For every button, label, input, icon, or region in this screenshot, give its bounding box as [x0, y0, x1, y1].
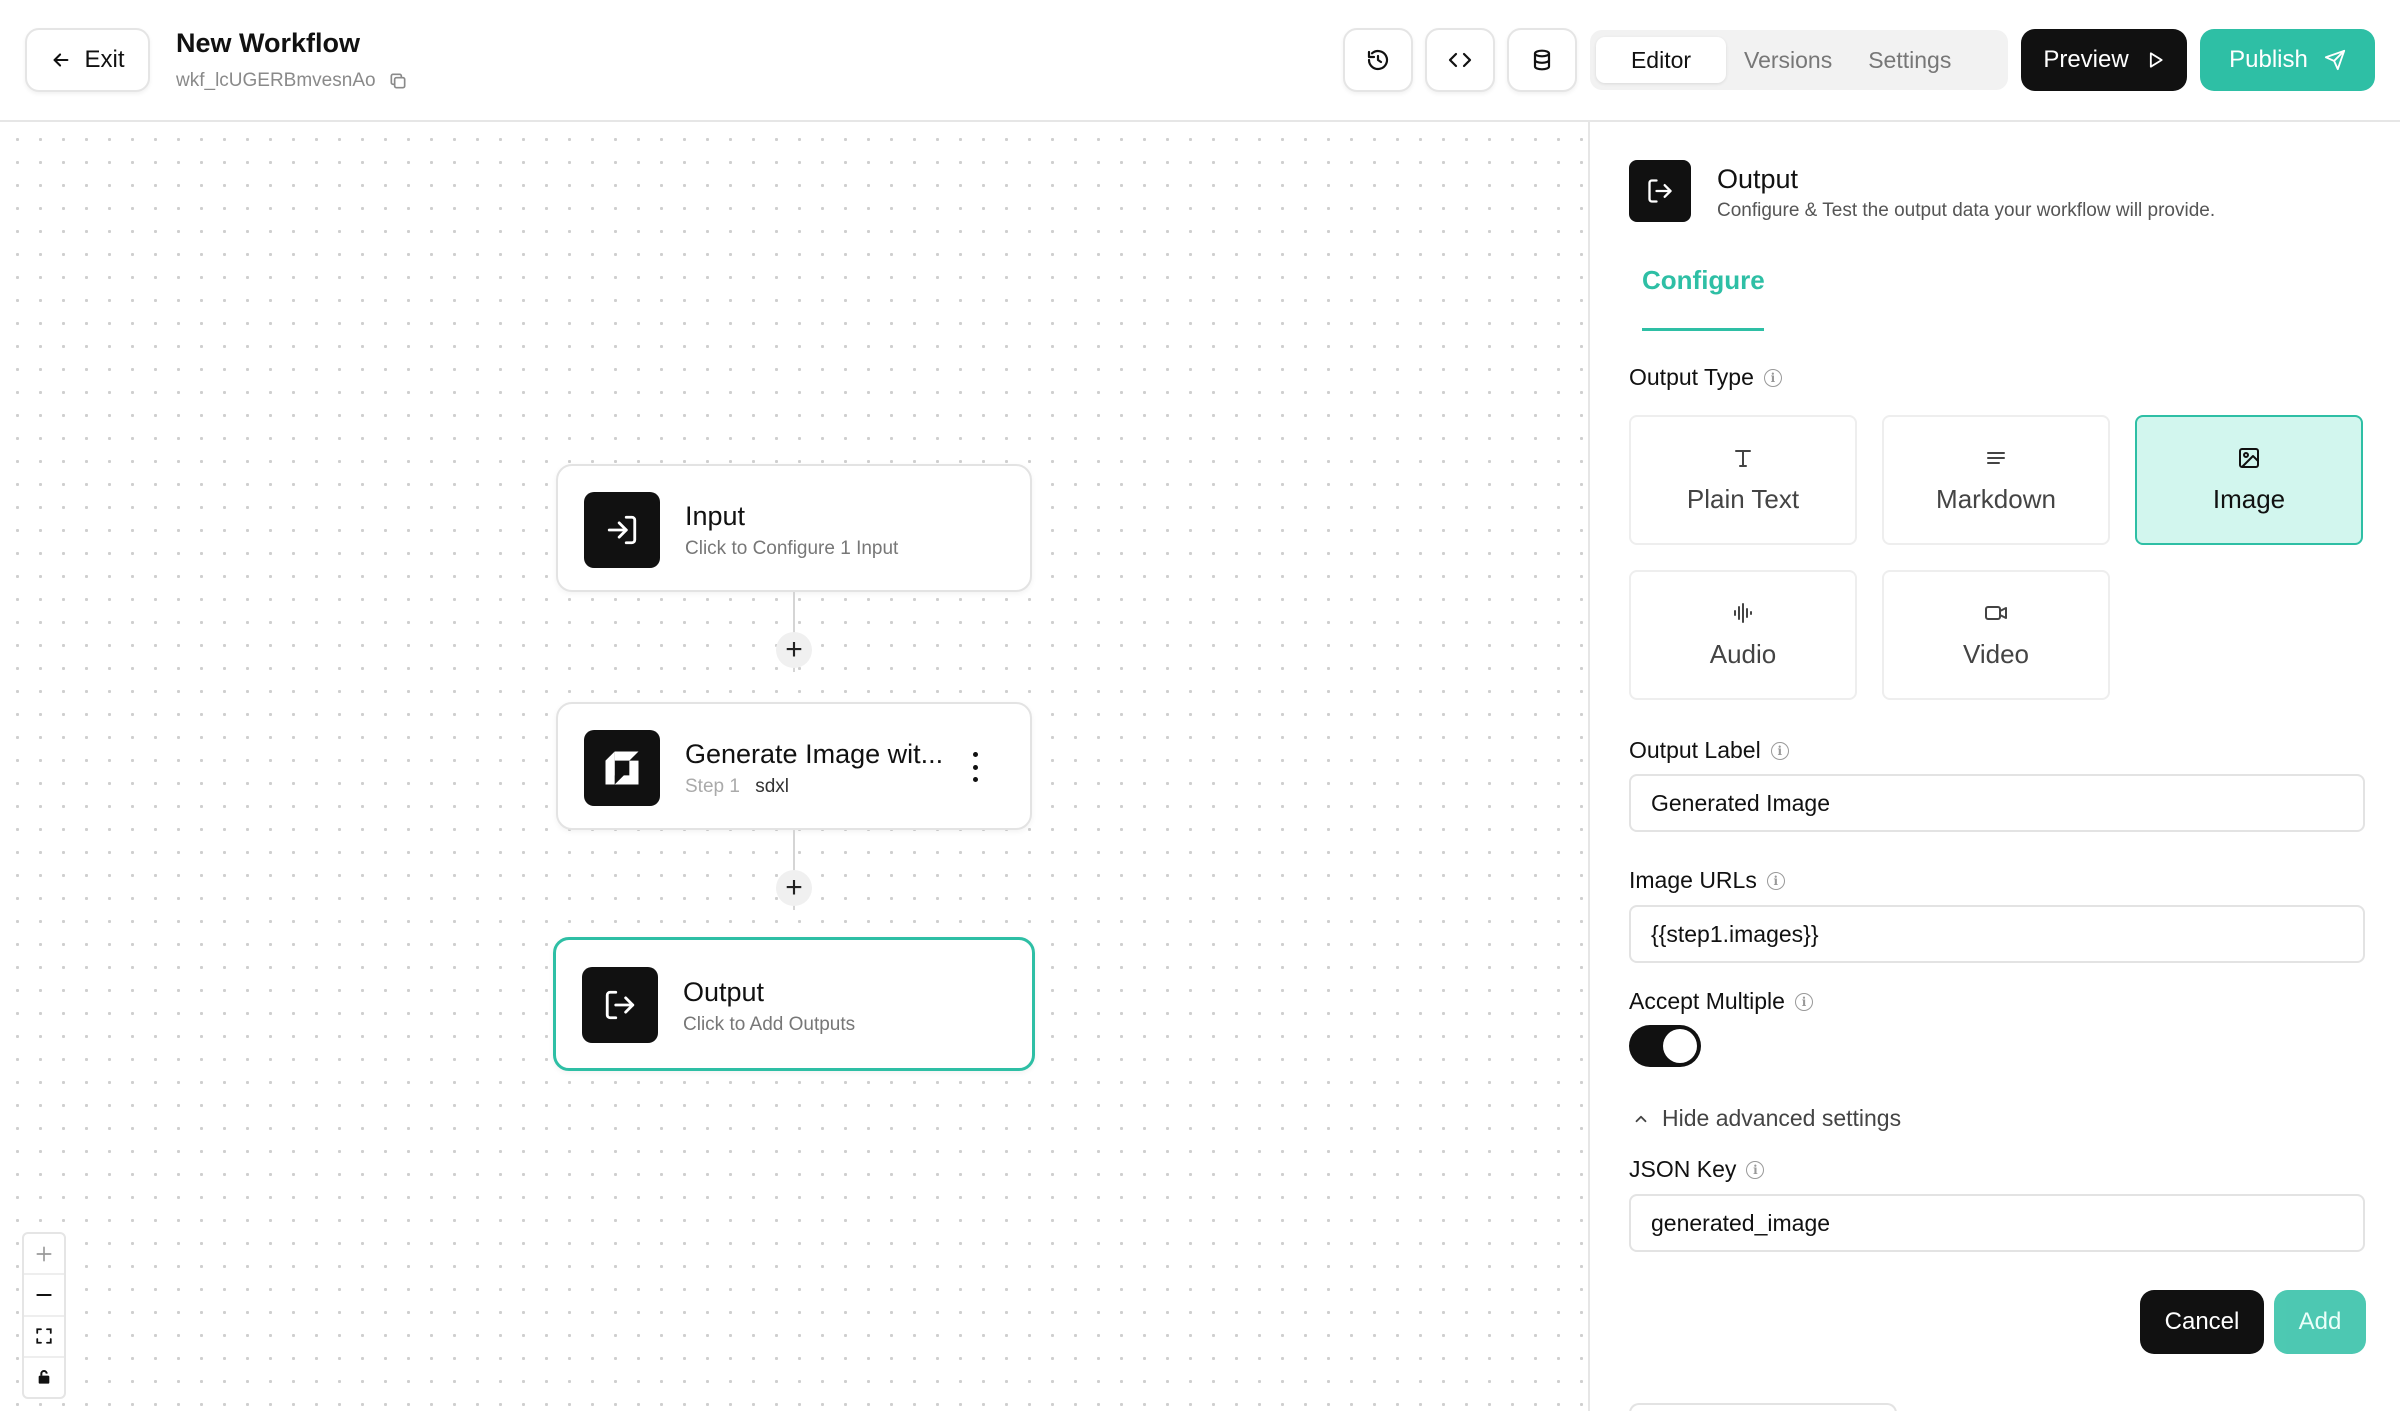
output-label-label: Output Label i [1629, 737, 1789, 764]
node-model: sdxl [755, 776, 790, 797]
info-icon[interactable]: i [1763, 368, 1782, 387]
generate-image-node[interactable]: Generate Image wit... Step 1 sdxl [556, 702, 1032, 830]
tab-settings[interactable]: Settings [1850, 37, 1969, 83]
history-button[interactable] [1343, 28, 1413, 92]
node-title: Output [683, 977, 765, 1007]
sign-out-icon [582, 967, 658, 1043]
workflow-id-row: wkf_lcUGERBmvesnAo [176, 70, 408, 92]
input-node[interactable]: Input Click to Configure 1 Input [556, 464, 1032, 592]
node-title: Generate Image wit... [685, 739, 944, 769]
output-type-label: Output Type i [1629, 364, 1782, 391]
more-options-icon[interactable] [970, 752, 980, 782]
audio-wave-icon [1734, 602, 1752, 623]
image-urls-input[interactable]: {{step1.images}} [1629, 905, 2365, 963]
copy-icon[interactable] [388, 71, 408, 91]
output-type-label: Markdown [1936, 483, 2056, 514]
plus-icon [36, 1246, 52, 1262]
output-type-video[interactable]: Video [1882, 570, 2110, 700]
output-type-label: Video [1962, 638, 2030, 669]
cancel-button[interactable]: Cancel [2140, 1290, 2264, 1354]
node-subtitle: Click to Add Outputs [683, 1014, 856, 1035]
fit-view-icon [36, 1328, 52, 1344]
text-icon [1735, 449, 1751, 467]
node-step: Step 1 [685, 776, 740, 797]
toggle-knob [1663, 1029, 1697, 1063]
database-button[interactable] [1507, 28, 1577, 92]
test-section-stub [1629, 1403, 1897, 1411]
accept-multiple-toggle[interactable] [1629, 1025, 1701, 1067]
output-type-label: Plain Text [1686, 483, 1800, 514]
panel-subtitle: Configure & Test the output data your wo… [1717, 200, 2216, 221]
image-urls-label: Image URLs i [1629, 867, 1785, 894]
play-icon [2149, 52, 2163, 68]
info-icon[interactable]: i [1770, 741, 1789, 760]
node-subtitle: Click to Configure 1 Input [685, 538, 899, 559]
lock-button[interactable] [24, 1358, 64, 1397]
accept-multiple-label-text: Accept Multiple [1629, 988, 1785, 1014]
minus-icon [36, 1293, 52, 1296]
sign-in-icon [584, 492, 660, 568]
publish-label: Publish [2229, 46, 2308, 73]
panel-title: Output [1717, 164, 1799, 194]
database-icon [1533, 49, 1551, 71]
output-config-panel: Output Configure & Test the output data … [1588, 122, 2400, 1411]
code-button[interactable] [1425, 28, 1495, 92]
fit-view-button[interactable] [24, 1317, 64, 1358]
sign-out-icon [1629, 160, 1691, 222]
history-icon [1367, 49, 1389, 71]
markdown-icon [1987, 451, 2005, 464]
json-key-label-text: JSON Key [1629, 1156, 1737, 1182]
zoom-controls [22, 1232, 66, 1399]
tab-configure[interactable]: Configure [1642, 265, 1765, 296]
workflow-canvas[interactable]: Input Click to Configure 1 Input + Gener… [0, 122, 1588, 1411]
view-tabs: Editor Versions Settings [1590, 30, 2008, 90]
tab-editor[interactable]: Editor [1596, 37, 1726, 83]
code-icon [1448, 52, 1472, 68]
send-icon [2324, 49, 2345, 71]
preview-button[interactable]: Preview [2021, 29, 2187, 91]
node-title: Input [685, 501, 746, 531]
preview-label: Preview [2043, 46, 2129, 73]
add-button[interactable]: Add [2274, 1290, 2366, 1354]
image-icon [2239, 447, 2259, 468]
info-icon[interactable]: i [1746, 1160, 1765, 1179]
info-icon[interactable]: i [1766, 871, 1785, 890]
exit-button[interactable]: Exit [25, 28, 150, 92]
add-step-button[interactable]: + [776, 632, 812, 668]
top-bar: Exit New Workflow wkf_lcUGERBmvesnAo Edi… [0, 0, 2400, 122]
active-tab-indicator [1642, 328, 1764, 331]
output-type-label: Audio [1709, 638, 1777, 669]
add-step-button[interactable]: + [776, 870, 812, 906]
video-camera-icon [1985, 605, 2007, 620]
output-label-input[interactable]: Generated Image [1629, 774, 2365, 832]
workflow-id: wkf_lcUGERBmvesnAo [176, 70, 376, 91]
workflow-title[interactable]: New Workflow [176, 28, 360, 59]
output-type-label-text: Output Type [1629, 364, 1754, 390]
output-type-label: Image [2212, 483, 2286, 514]
publish-button[interactable]: Publish [2200, 29, 2375, 91]
json-key-label: JSON Key i [1629, 1156, 1765, 1183]
accept-multiple-label: Accept Multiple i [1629, 988, 1813, 1015]
info-icon[interactable]: i [1794, 992, 1813, 1011]
output-type-image[interactable]: Image [2135, 415, 2363, 545]
output-label-label-text: Output Label [1629, 737, 1761, 763]
chevron-up-icon [1635, 1115, 1647, 1122]
arrow-left-icon [54, 53, 69, 67]
hide-advanced-settings-toggle[interactable]: Hide advanced settings [1632, 1105, 1901, 1132]
image-urls-label-text: Image URLs [1629, 867, 1757, 893]
tab-versions[interactable]: Versions [1726, 37, 1850, 83]
output-type-audio[interactable]: Audio [1629, 570, 1857, 700]
zoom-in-button[interactable] [24, 1234, 64, 1276]
zoom-out-button[interactable] [24, 1275, 64, 1317]
output-type-markdown[interactable]: Markdown [1882, 415, 2110, 545]
output-type-plain-text[interactable]: Plain Text [1629, 415, 1857, 545]
lock-icon [38, 1370, 50, 1385]
json-key-input[interactable]: generated_image [1629, 1194, 2365, 1252]
node-subtitle: Step 1 sdxl [685, 776, 789, 798]
model-logo-icon [584, 730, 660, 806]
output-node[interactable]: Output Click to Add Outputs [553, 937, 1035, 1071]
advanced-toggle-label: Hide advanced settings [1662, 1105, 1902, 1131]
exit-label: Exit [84, 46, 125, 73]
